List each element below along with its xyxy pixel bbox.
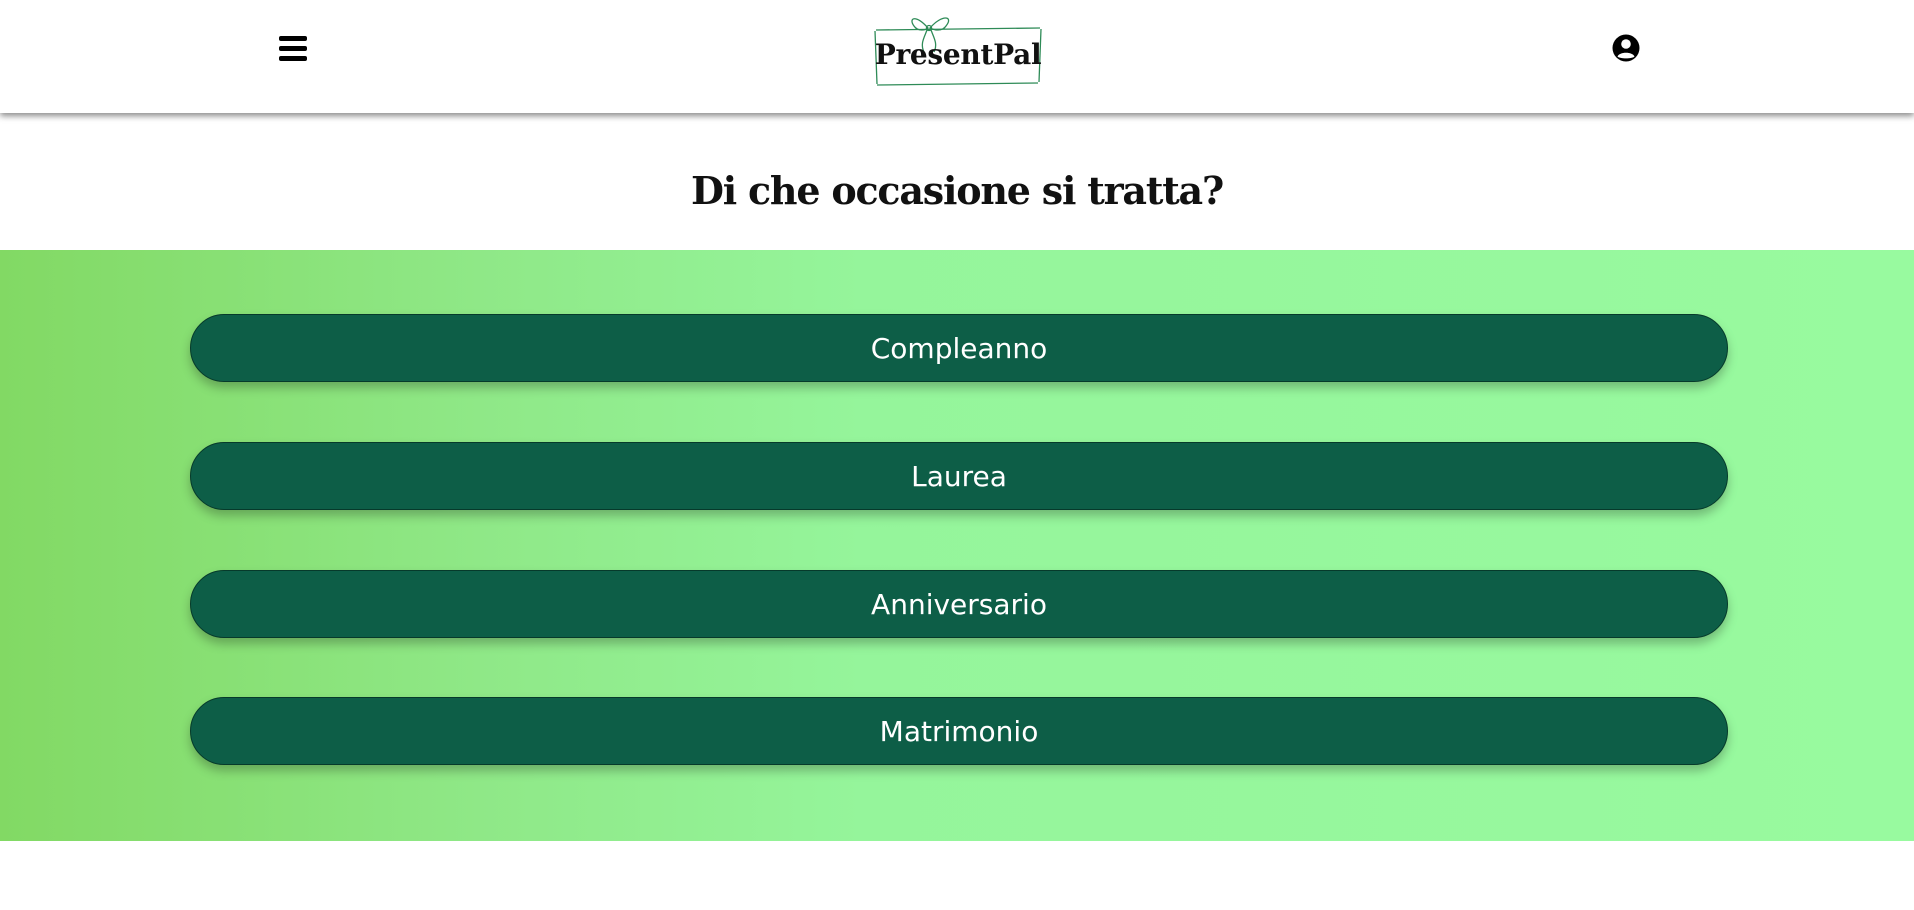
option-button-compleanno[interactable]: Compleanno [190, 314, 1728, 382]
occasion-options-panel: Compleanno Laurea Anniversario Matrimoni… [0, 250, 1914, 841]
logo-text: PresentPal [874, 38, 1042, 71]
option-button-anniversario[interactable]: Anniversario [190, 570, 1728, 638]
user-circle-icon[interactable] [1611, 33, 1641, 63]
option-button-matrimonio[interactable]: Matrimonio [190, 697, 1728, 765]
presentpal-logo[interactable]: PresentPal [872, 8, 1044, 90]
top-navbar: PresentPal [0, 0, 1914, 113]
page-title: Di che occasione si tratta? [690, 168, 1224, 213]
hamburger-menu-icon[interactable] [278, 33, 308, 63]
option-button-laurea[interactable]: Laurea [190, 442, 1728, 510]
